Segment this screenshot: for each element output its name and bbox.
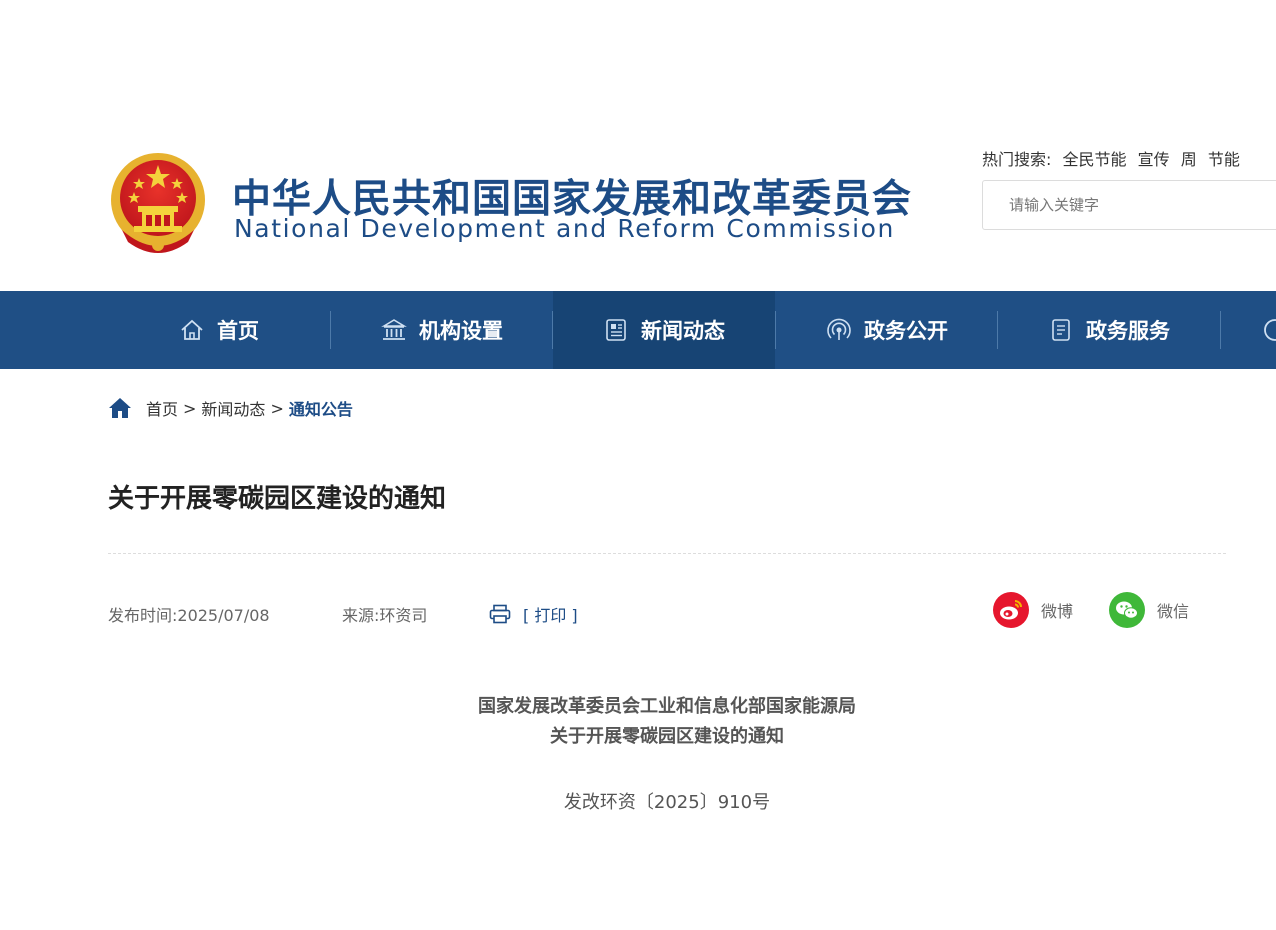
breadcrumb-home[interactable]: 首页 (146, 396, 178, 420)
main-nav: 首页 机构设置 新闻动态 政务公开 政务服务 (0, 291, 1276, 369)
nav-item-label: 新闻动态 (641, 319, 725, 343)
hot-search: 热门搜索: 全民节能 宣传 周 节能 (982, 146, 1246, 170)
nav-divider (1220, 311, 1221, 349)
share-weibo-label: 微博 (1041, 602, 1074, 621)
document-icon (1052, 319, 1070, 341)
nav-item-label: 机构设置 (419, 319, 503, 343)
nav-item-news[interactable]: 新闻动态 (553, 291, 775, 369)
share-weibo-button[interactable]: 微博 (993, 592, 1073, 628)
nav-item-label: 政务服务 (1086, 319, 1170, 343)
title-divider (108, 553, 1226, 554)
more-nav-icon[interactable] (1262, 317, 1276, 343)
breadcrumb-separator: > (183, 398, 197, 418)
site-header: 中华人民共和国国家发展和改革委员会 National Development a… (0, 0, 1276, 291)
nav-item-label: 首页 (217, 319, 259, 343)
print-button[interactable]: [ 打印 ] (489, 602, 578, 626)
nav-item-home[interactable]: 首页 (108, 291, 330, 369)
article-source: 来源:环资司 (342, 606, 428, 625)
news-icon (606, 319, 626, 341)
search-input[interactable] (983, 181, 1276, 229)
national-emblem-icon[interactable] (108, 150, 208, 258)
site-title-en[interactable]: National Development and Reform Commissi… (234, 214, 895, 243)
breadcrumb-news[interactable]: 新闻动态 (201, 396, 265, 420)
hot-search-term[interactable]: 宣传 (1138, 150, 1170, 169)
breadcrumb-current[interactable]: 通知公告 (289, 396, 353, 420)
hot-search-term[interactable]: 节能 (1208, 150, 1240, 169)
share-wechat-label: 微信 (1157, 602, 1190, 621)
article-title: 关于开展零碳园区建设的通知 (108, 484, 447, 514)
printer-icon (489, 604, 511, 624)
wechat-icon (1109, 592, 1145, 628)
publish-time: 发布时间:2025/07/08 (108, 606, 270, 625)
print-label: [ 打印 ] (523, 606, 578, 625)
document-number: 发改环资〔2025〕910号 (563, 792, 771, 813)
weibo-icon (993, 592, 1029, 628)
hot-search-term[interactable]: 全民节能 (1063, 150, 1127, 169)
nav-item-institutions[interactable]: 机构设置 (331, 291, 553, 369)
home-icon (181, 319, 203, 340)
document-issuers: 国家发展改革委员会工业和信息化部国家能源局 (478, 696, 856, 717)
breadcrumb-separator: > (270, 398, 284, 418)
document-heading: 国家发展改革委员会工业和信息化部国家能源局 关于开展零碳园区建设的通知 (0, 692, 1276, 752)
breadcrumb: 首页 > 新闻动态 > 通知公告 (108, 396, 353, 420)
nav-item-label: 政务公开 (864, 319, 948, 343)
nav-item-gov-services[interactable]: 政务服务 (998, 291, 1220, 369)
search-box (982, 180, 1276, 230)
broadcast-icon (827, 318, 851, 340)
share-wechat-button[interactable]: 微信 (1109, 592, 1189, 628)
document-subject: 关于开展零碳园区建设的通知 (550, 726, 784, 747)
home-icon[interactable] (108, 397, 132, 419)
nav-item-gov-affairs[interactable]: 政务公开 (776, 291, 998, 369)
institution-icon (381, 319, 407, 340)
hot-search-term[interactable]: 周 (1181, 150, 1197, 169)
hot-search-label: 热门搜索: (982, 150, 1052, 169)
